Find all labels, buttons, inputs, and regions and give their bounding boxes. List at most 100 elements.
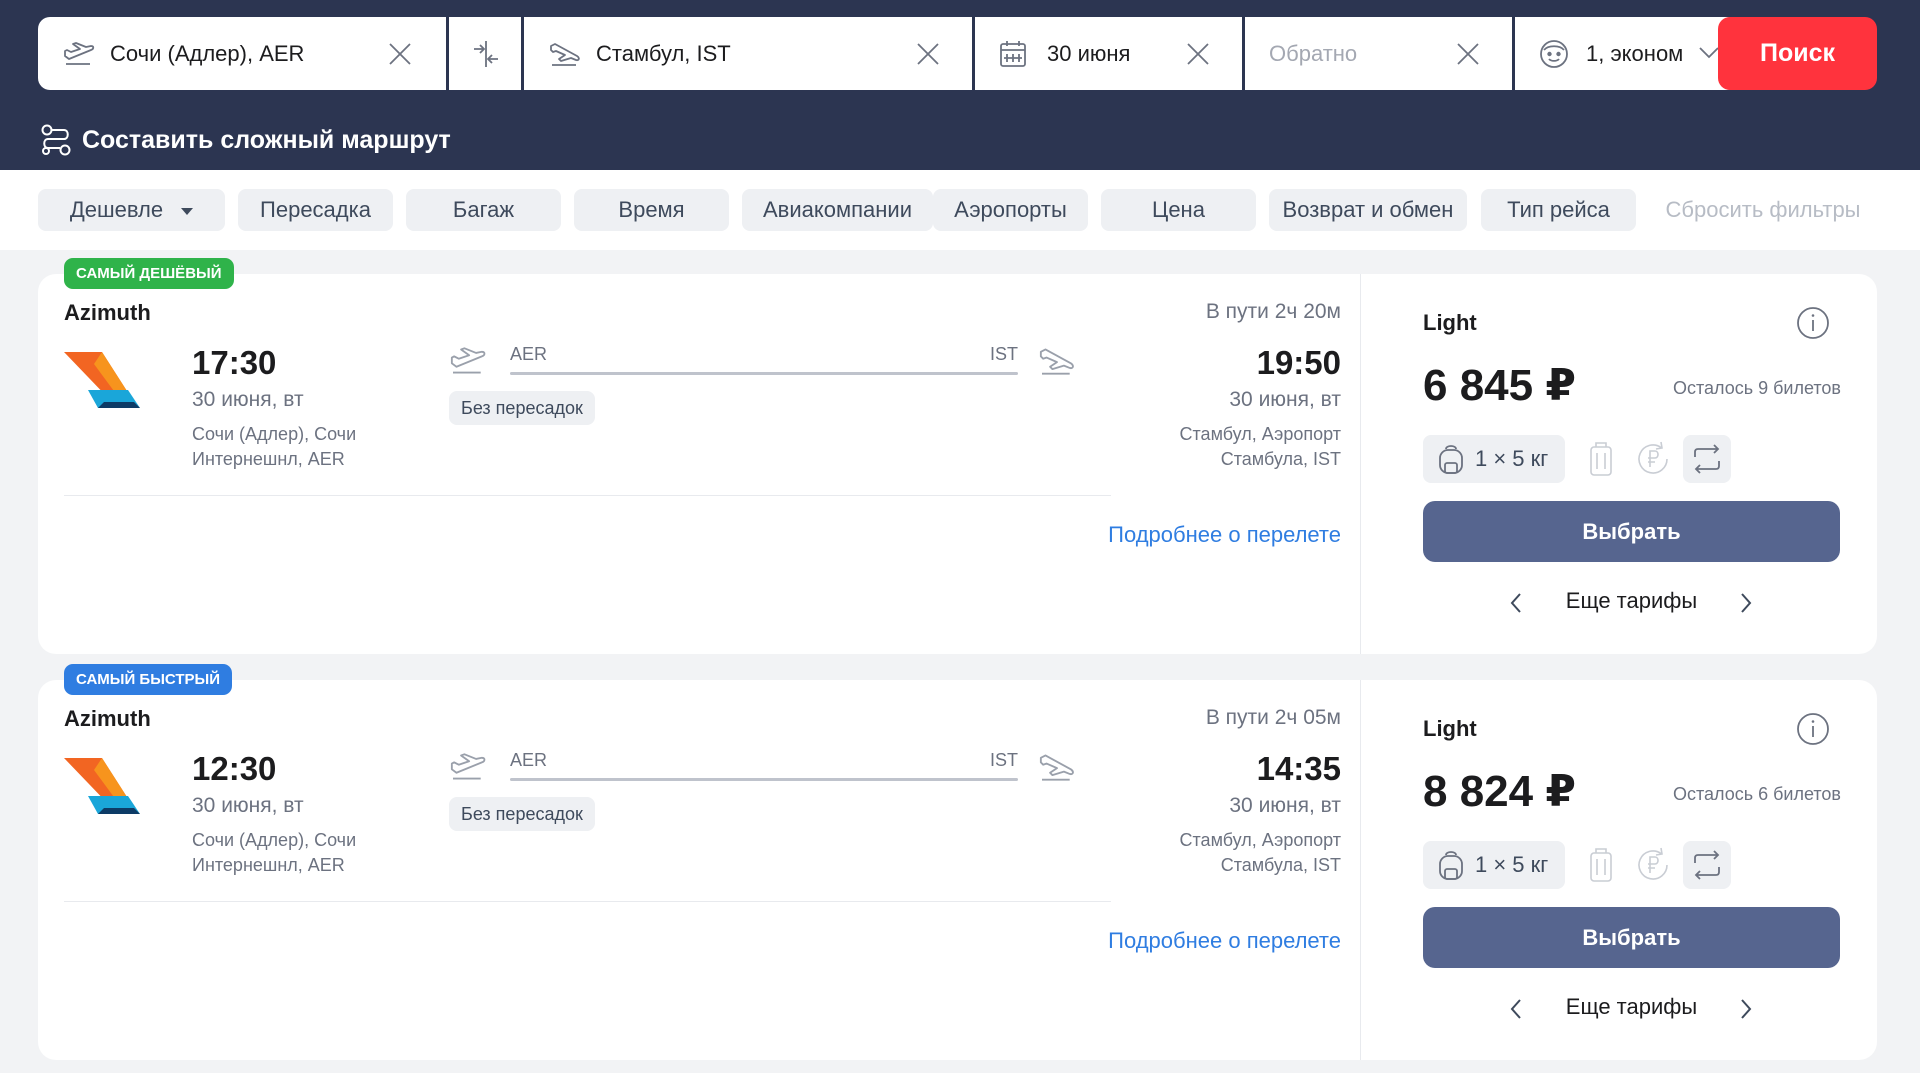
airline-name: Azimuth — [64, 706, 151, 731]
baggage-allowance: 1 × 5 кг — [1475, 852, 1549, 877]
more-tariffs-label: Еще тарифы — [1565, 994, 1698, 1019]
flight-card: САМЫЙ ДЕШЁВЫЙ Azimuth 17:30 30 июня, вт … — [38, 258, 1877, 654]
departure-date: 30 июня, вт — [192, 388, 304, 411]
route-line — [510, 778, 1018, 781]
date-value: 30 июня — [1047, 41, 1131, 66]
chevron-down-icon — [1699, 47, 1719, 59]
baggage-chip: 1 × 5 кг — [1423, 435, 1565, 483]
route-from-code: AER — [510, 344, 548, 364]
baggage-allowance: 1 × 5 кг — [1475, 446, 1549, 471]
refund-icon — [1638, 441, 1668, 474]
exchange-option[interactable] — [1683, 841, 1731, 889]
more-tariffs: Еще тарифы — [1423, 588, 1840, 618]
plane-takeoff-icon — [450, 347, 486, 374]
chevron-right-icon[interactable] — [1733, 997, 1757, 1021]
close-icon[interactable] — [916, 42, 940, 66]
filter-label: Дешевле — [69, 197, 164, 222]
search-header: Сочи (Адлер), AER Стамбул, IST 30 июня О… — [0, 0, 1920, 170]
filter-baggage[interactable]: Багаж — [406, 189, 561, 231]
stops-badge: Без пересадок — [449, 797, 595, 831]
filter-flight-type[interactable]: Тип рейса — [1481, 189, 1636, 231]
select-button[interactable]: Выбрать — [1423, 501, 1840, 562]
more-tariffs: Еще тарифы — [1423, 994, 1840, 1024]
plane-landing-icon — [1039, 348, 1074, 375]
flight-duration: В пути 2ч 05м — [1205, 706, 1341, 729]
filter-airlines[interactable]: Авиакомпании — [742, 189, 933, 231]
filter-time[interactable]: Время — [574, 189, 729, 231]
return-date-field[interactable]: Обратно — [1245, 17, 1512, 90]
fastest-badge: САМЫЙ БЫСТРЫЙ — [64, 664, 232, 695]
departure-time: 17:30 — [192, 344, 277, 381]
plane-landing-icon — [1039, 754, 1074, 781]
flight-details-link[interactable]: Подробнее о перелете — [1108, 522, 1341, 548]
tickets-left: Осталось 9 билетов — [1672, 378, 1841, 398]
destination-value: Стамбул, IST — [596, 41, 731, 66]
chevron-right-icon[interactable] — [1733, 591, 1757, 615]
suitcase-icon — [1590, 848, 1612, 882]
plane-landing-icon — [550, 43, 580, 66]
filter-transfers[interactable]: Пересадка — [238, 189, 393, 231]
arrival-time: 14:35 — [1256, 750, 1341, 787]
close-icon[interactable] — [1456, 42, 1480, 66]
close-icon[interactable] — [1186, 42, 1210, 66]
swap-arrows-icon — [474, 41, 498, 67]
caret-down-icon — [181, 207, 194, 215]
passengers-value: 1, эконом — [1586, 41, 1684, 66]
search-button[interactable]: Поиск — [1718, 17, 1877, 90]
refund-icon — [1638, 847, 1668, 880]
price: 8 824 ₽ — [1423, 767, 1576, 816]
date-field[interactable]: 30 июня — [975, 17, 1242, 90]
flight-duration: В пути 2ч 20м — [1205, 300, 1341, 323]
divider — [1360, 680, 1361, 1060]
arrival-date: 30 июня, вт — [1229, 794, 1341, 817]
stops-badge: Без пересадок — [449, 391, 595, 425]
more-tariffs-label: Еще тарифы — [1565, 588, 1698, 613]
divider — [1360, 274, 1361, 654]
info-icon[interactable] — [1796, 306, 1830, 340]
destination-field[interactable]: Стамбул, IST — [524, 17, 972, 90]
complex-route-label: Составить сложный маршрут — [82, 125, 451, 154]
swap-button[interactable] — [449, 17, 521, 90]
plane-takeoff-icon — [450, 753, 486, 780]
origin-value: Сочи (Адлер), AER — [110, 41, 305, 66]
arrival-date: 30 июня, вт — [1229, 388, 1341, 411]
filter-price[interactable]: Цена — [1101, 189, 1256, 231]
plane-takeoff-icon — [64, 42, 95, 65]
filter-refund-exchange[interactable]: Возврат и обмен — [1269, 189, 1467, 231]
route-from-code: AER — [510, 750, 548, 770]
origin-field[interactable]: Сочи (Адлер), AER — [38, 17, 446, 90]
departure-time: 12:30 — [192, 750, 277, 787]
filter-sort-cheaper[interactable]: Дешевле — [38, 189, 225, 231]
complex-route-link[interactable]: Составить сложный маршрут — [40, 122, 451, 158]
airline-logo-icon — [64, 758, 140, 814]
route-to-code: IST — [990, 750, 1019, 770]
backpack-icon — [1439, 851, 1463, 880]
flight-details-link[interactable]: Подробнее о перелете — [1108, 928, 1341, 954]
cheapest-badge: САМЫЙ ДЕШЁВЫЙ — [64, 258, 234, 289]
arrival-airport: Стамбул, Аэропорт Стамбула, IST — [1179, 830, 1341, 875]
suitcase-icon — [1590, 442, 1612, 476]
arrival-airport: Стамбул, Аэропорт Стамбула, IST — [1179, 424, 1341, 469]
passengers-select[interactable]: 1, эконом — [1515, 17, 1739, 90]
reset-filters-button[interactable]: Сбросить фильтры — [1648, 189, 1878, 231]
close-icon[interactable] — [388, 42, 412, 66]
filter-airports[interactable]: Аэропорты — [933, 189, 1088, 231]
airline-logo-icon — [64, 352, 140, 408]
departure-airport: Сочи (Адлер), Сочи Интернешнл, AER — [192, 424, 357, 469]
airline-name: Azimuth — [64, 300, 151, 325]
baggage-chip: 1 × 5 кг — [1423, 841, 1565, 889]
filters-bar: Дешевле Пересадка Багаж Время Авиакомпан… — [0, 170, 1920, 250]
exchange-option[interactable] — [1683, 435, 1731, 483]
route-line — [510, 372, 1018, 375]
tariff-name: Light — [1423, 310, 1477, 335]
info-icon[interactable] — [1796, 712, 1830, 746]
divider — [64, 901, 1111, 902]
return-placeholder: Обратно — [1269, 41, 1358, 66]
tariff-name: Light — [1423, 716, 1477, 741]
departure-airport: Сочи (Адлер), Сочи Интернешнл, AER — [192, 830, 357, 875]
route-to-code: IST — [990, 344, 1019, 364]
exchange-icon — [1694, 444, 1720, 474]
select-button[interactable]: Выбрать — [1423, 907, 1840, 968]
search-bar: Сочи (Адлер), AER Стамбул, IST 30 июня О… — [38, 17, 1739, 90]
arrival-time: 19:50 — [1256, 344, 1341, 381]
